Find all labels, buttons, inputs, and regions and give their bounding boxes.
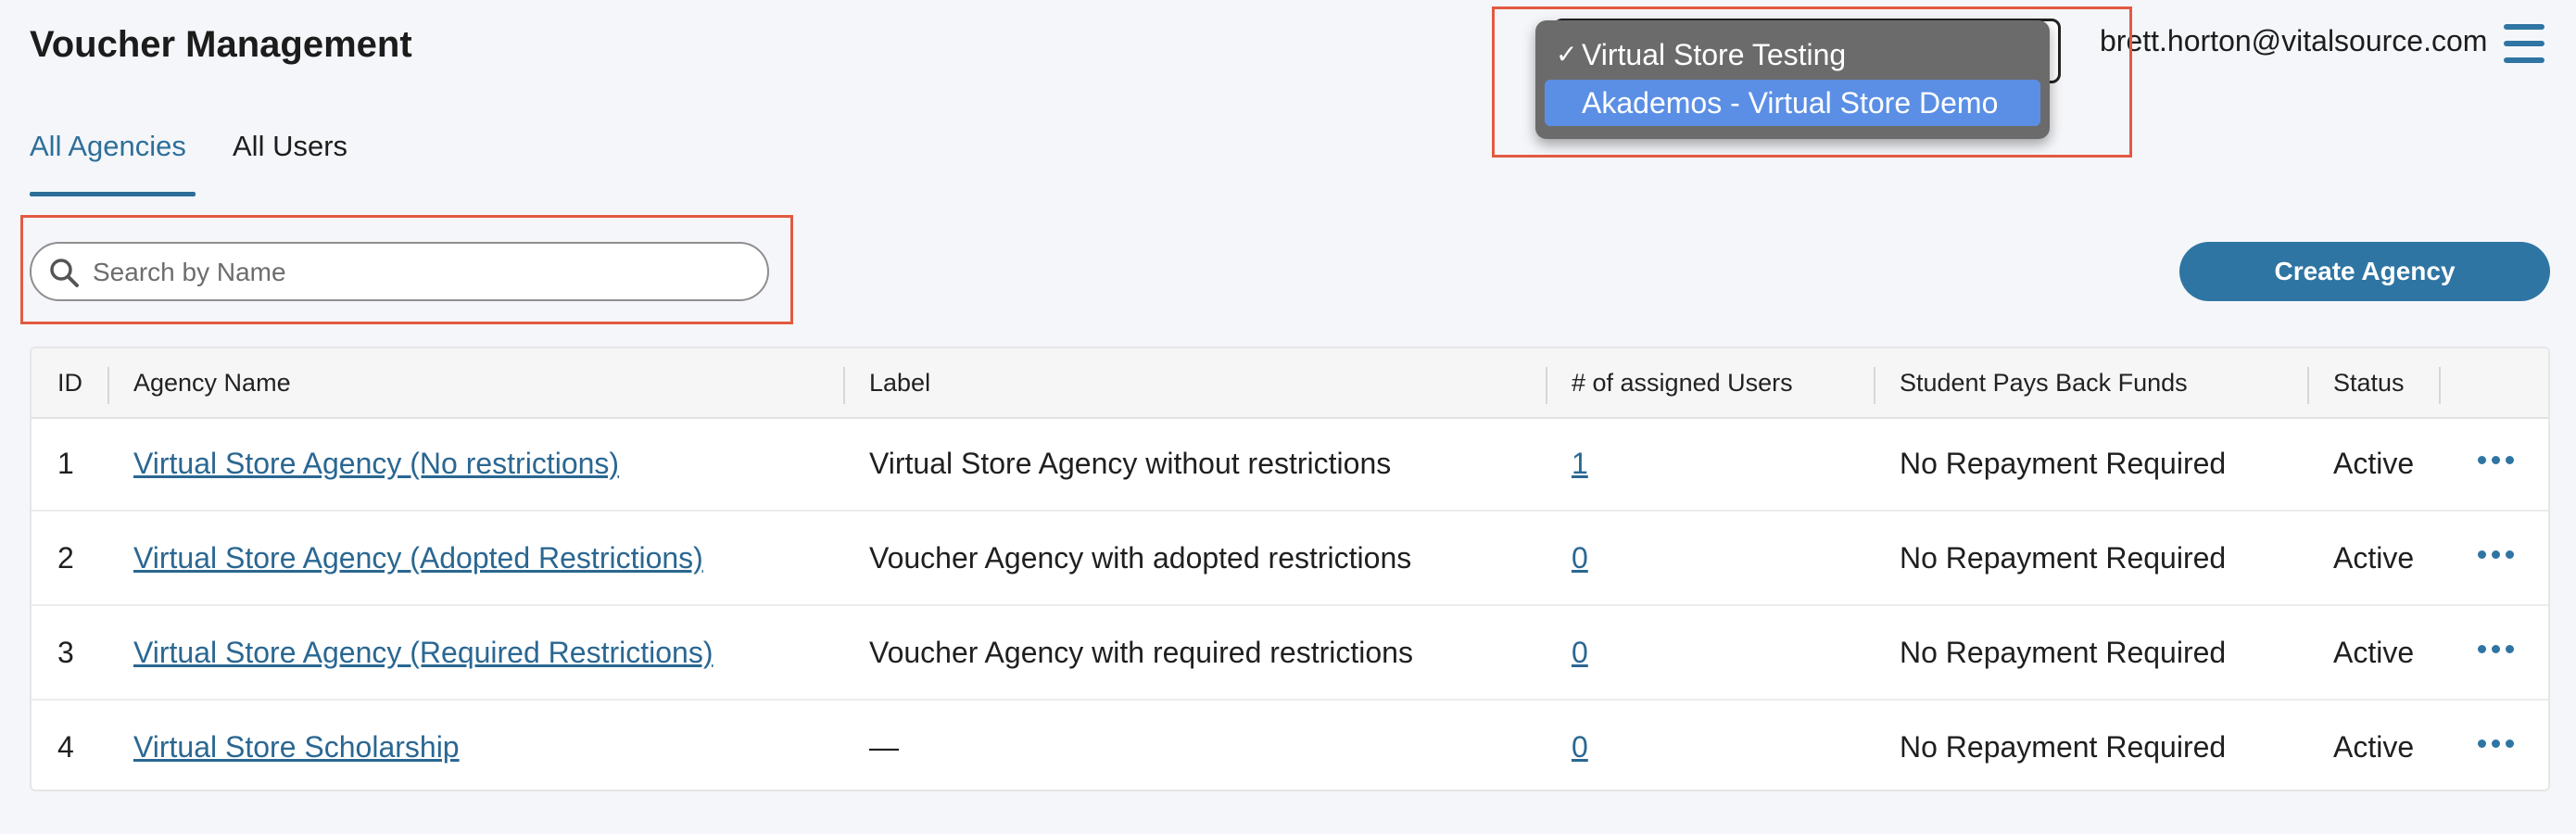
agency-name-link[interactable]: Virtual Store Agency (Adopted Restrictio… (133, 512, 703, 604)
pays-back-funds: No Repayment Required (1900, 730, 2227, 764)
column-divider (1546, 367, 1547, 404)
more-horizontal-icon[interactable] (2478, 543, 2522, 565)
table-row: 2 Virtual Store Agency (Adopted Restrict… (32, 512, 2548, 606)
column-header-status[interactable]: Status (2333, 348, 2405, 417)
row-id: 2 (57, 541, 74, 575)
table-row: 4 Virtual Store Scholarship — 0 No Repay… (32, 701, 2548, 790)
agency-label: Voucher Agency with required restriction… (869, 636, 1413, 669)
more-horizontal-icon[interactable] (2478, 732, 2522, 754)
assigned-users-link[interactable]: 0 (1572, 512, 1588, 604)
status-text: Active (2333, 636, 2415, 669)
column-header-label[interactable]: Label (869, 348, 930, 417)
dropdown-highlight-box (1492, 6, 2132, 158)
table-row: 1 Virtual Store Agency (No restrictions)… (32, 417, 2548, 512)
assigned-users-link[interactable]: 1 (1572, 417, 1588, 510)
agency-label: — (869, 730, 899, 764)
status-text: Active (2333, 730, 2415, 764)
user-email[interactable]: brett.horton@vitalsource.com (2100, 24, 2487, 58)
agencies-table: ID Agency Name Label # of assigned Users… (30, 347, 2550, 791)
column-header-pays-back-funds[interactable]: Student Pays Back Funds (1900, 348, 2188, 417)
row-id: 4 (57, 730, 74, 764)
table-header: ID Agency Name Label # of assigned Users… (32, 348, 2548, 419)
column-header-id[interactable]: ID (57, 348, 82, 417)
agency-name-link[interactable]: Virtual Store Agency (No restrictions) (133, 417, 619, 510)
agency-name-link[interactable]: Virtual Store Agency (Required Restricti… (133, 606, 713, 699)
more-horizontal-icon[interactable] (2478, 638, 2522, 660)
column-divider (1874, 367, 1875, 404)
assigned-users-link[interactable]: 0 (1572, 606, 1588, 699)
column-divider (107, 367, 109, 404)
agency-name-link[interactable]: Virtual Store Scholarship (133, 701, 460, 790)
column-divider (2439, 367, 2441, 404)
status-text: Active (2333, 541, 2415, 575)
hamburger-menu-icon[interactable] (2504, 24, 2546, 63)
search-highlight-box (20, 215, 793, 324)
pays-back-funds: No Repayment Required (1900, 636, 2227, 669)
more-horizontal-icon[interactable] (2478, 449, 2522, 471)
status-text: Active (2333, 447, 2415, 480)
table-row: 3 Virtual Store Agency (Required Restric… (32, 606, 2548, 701)
pays-back-funds: No Repayment Required (1900, 447, 2227, 480)
pays-back-funds: No Repayment Required (1900, 541, 2227, 575)
page-title: Voucher Management (30, 24, 412, 65)
create-agency-button[interactable]: Create Agency (2179, 242, 2550, 301)
column-divider (843, 367, 845, 404)
row-id: 1 (57, 447, 74, 480)
column-divider (2307, 367, 2309, 404)
assigned-users-link[interactable]: 0 (1572, 701, 1588, 790)
tab-all-users[interactable]: All Users (233, 130, 347, 196)
agency-label: Voucher Agency with adopted restrictions (869, 541, 1412, 575)
agency-label: Virtual Store Agency without restriction… (869, 447, 1392, 480)
tab-all-agencies[interactable]: All Agencies (30, 130, 196, 196)
row-id: 3 (57, 636, 74, 669)
column-header-agency-name[interactable]: Agency Name (133, 348, 291, 417)
column-header-assigned-users[interactable]: # of assigned Users (1572, 348, 1793, 417)
